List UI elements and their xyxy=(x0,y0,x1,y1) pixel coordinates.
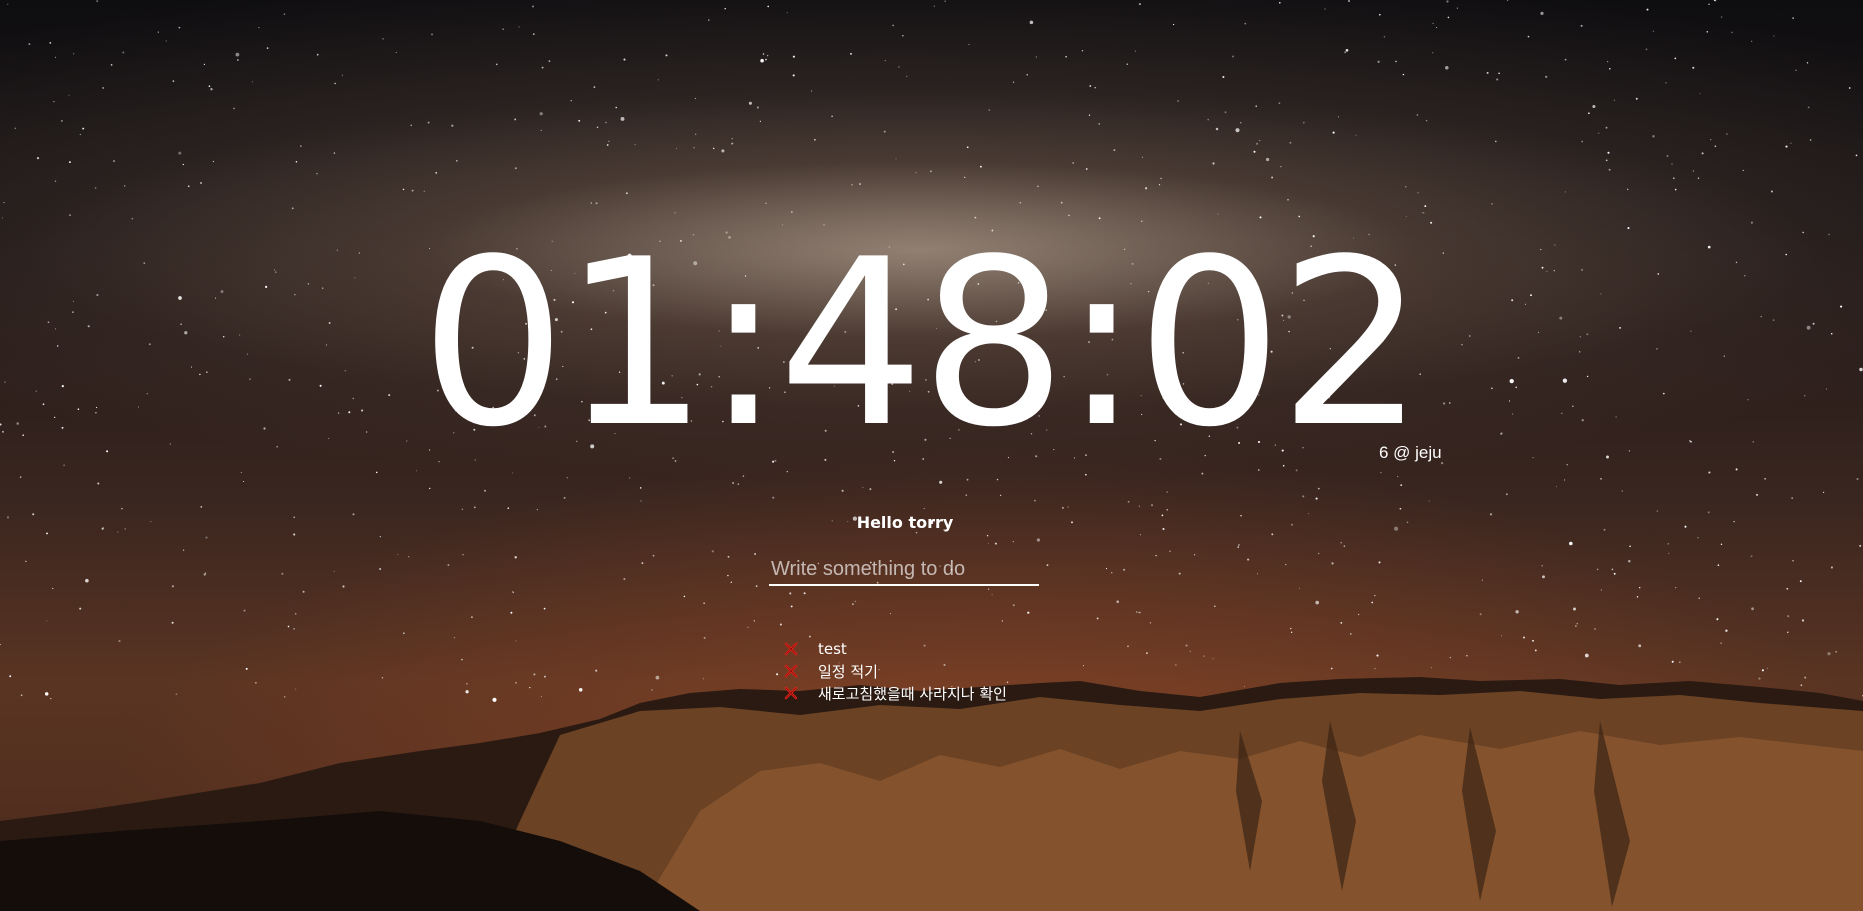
todo-item: 새로고침했을때 사라지나 확인 xyxy=(782,682,1007,704)
todo-text: 일정 적기 xyxy=(818,662,878,681)
red-x-icon xyxy=(784,642,798,656)
greeting-text: Hello torry xyxy=(856,513,954,532)
delete-todo-button[interactable] xyxy=(782,662,800,680)
delete-todo-button[interactable] xyxy=(782,640,800,658)
red-x-icon xyxy=(784,664,798,678)
clock-area: 01:48:02 6 @ jeju xyxy=(0,230,1863,480)
rocky-cliffs xyxy=(0,677,1863,911)
todo-input[interactable] xyxy=(769,556,1039,586)
todo-list: test 일정 적기새로고침했을때 사라지나 확인 xyxy=(782,638,1007,704)
todo-text: test xyxy=(818,640,847,658)
todo-text: 새로고침했을때 사라지나 확인 xyxy=(818,684,1007,703)
todo-form xyxy=(769,556,1039,586)
delete-todo-button[interactable] xyxy=(782,684,800,702)
todo-item: 일정 적기 xyxy=(782,660,1007,682)
red-x-icon xyxy=(784,686,798,700)
todo-item: test xyxy=(782,638,1007,660)
weather-location: 6 @ jeju xyxy=(1379,443,1442,462)
clock-time: 01:48:02 xyxy=(420,211,1425,478)
